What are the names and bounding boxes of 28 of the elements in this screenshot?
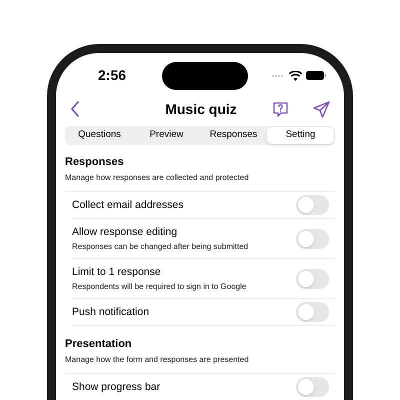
toggle-switch[interactable]	[296, 302, 329, 322]
setting-label: Push notification	[72, 305, 150, 319]
battery-icon	[306, 71, 326, 80]
toggle-switch[interactable]	[296, 377, 329, 397]
setting-label: Collect email addresses	[72, 198, 184, 212]
tab[interactable]: Questions	[66, 127, 133, 144]
setting-description: Respondents will be required to sign in to Google	[72, 280, 246, 292]
section-title: Responses	[65, 155, 125, 170]
setting-description: Responses can be changed after being submitted	[72, 240, 248, 252]
tab[interactable]: Preview	[133, 127, 200, 144]
toggle-switch[interactable]	[296, 228, 329, 248]
back-icon[interactable]	[70, 101, 80, 117]
setting-label: Allow response editing	[72, 224, 178, 238]
screen-title: Music quiz	[165, 100, 237, 119]
section-description: Manage how the form and responses are presented	[65, 354, 250, 366]
section-title: Presentation	[65, 337, 133, 352]
section-description: Manage how responses are collected and protected	[65, 172, 250, 184]
toggle-switch[interactable]	[296, 195, 329, 215]
wifi-icon	[289, 70, 302, 80]
setting-label: Limit to 1 response	[72, 264, 162, 278]
send-icon[interactable]	[313, 100, 330, 118]
toggle-switch[interactable]	[296, 268, 329, 288]
signal-icon	[271, 74, 285, 78]
status-time: 2:56	[98, 66, 128, 85]
setting-label: Show progress bar	[72, 380, 160, 394]
help-icon[interactable]	[272, 100, 289, 118]
tab[interactable]: Setting	[267, 127, 334, 144]
tab[interactable]: Responses	[200, 127, 267, 144]
